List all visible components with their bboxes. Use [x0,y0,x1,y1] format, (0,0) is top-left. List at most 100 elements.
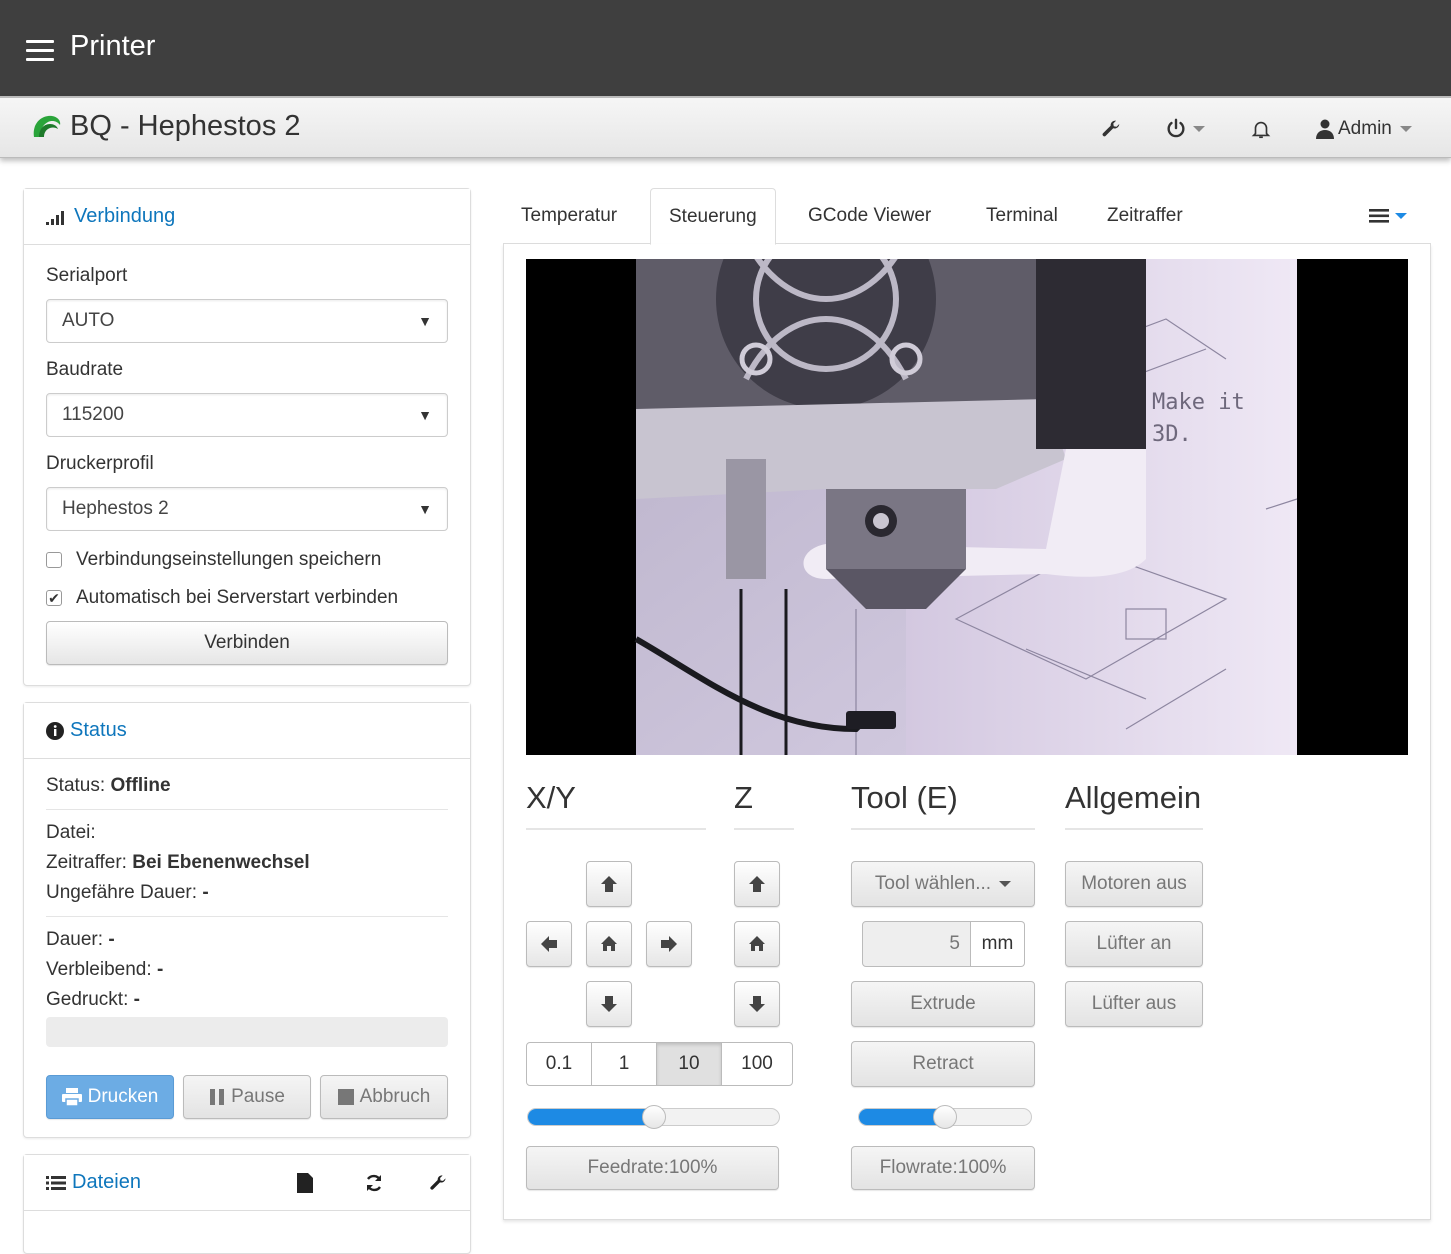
xy-section-title: X/Y [526,780,706,830]
flowrate-slider[interactable] [858,1105,1032,1129]
step-size-100[interactable]: 100 [721,1042,793,1086]
print-button[interactable]: Drucken [46,1075,174,1119]
connection-panel: Verbindung Serialport AUTO ▼ Baudrate 11… [23,188,471,686]
jog-z-minus-button[interactable] [734,981,780,1027]
refresh-files-button[interactable] [344,1157,404,1209]
tab-terminal[interactable]: Terminal [968,188,1076,244]
file-label: Datei: [46,822,96,843]
connect-button[interactable]: Verbinden [46,621,448,665]
extrude-amount-input[interactable]: 5 [862,921,971,967]
stop-icon [337,1089,354,1105]
user-menu-button[interactable]: Admin [1316,112,1412,146]
printer-icon [61,1088,82,1106]
cancel-button-label: Abbruch [359,1086,431,1107]
autoconnect-option[interactable]: ✔ Automatisch bei Serverstart verbinden [46,579,448,617]
extrude-button[interactable]: Extrude [851,981,1035,1027]
home-icon [749,936,765,951]
notifications-button[interactable] [1250,112,1272,146]
timelapse-label: Zeitraffer: [46,852,127,873]
refresh-icon [366,1174,382,1192]
remaining-line: Verbleibend: - [46,955,448,985]
z-section-title: Z [734,780,794,830]
fan-on-button[interactable]: Lüfter an [1065,921,1203,967]
step-size-1[interactable]: 1 [591,1042,657,1086]
home-xy-button[interactable] [586,921,632,967]
feedrate-slider[interactable] [527,1105,780,1129]
step-size-0-1[interactable]: 0.1 [526,1042,592,1086]
file-settings-button[interactable] [408,1157,468,1209]
user-name: Admin [1338,118,1392,139]
save-settings-checkbox[interactable] [46,552,62,568]
baudrate-value: 115200 [62,404,124,425]
save-settings-option[interactable]: Verbindungseinstellungen speichern [46,541,448,579]
connection-title[interactable]: Verbindung [74,205,175,228]
jog-x-minus-button[interactable] [526,921,572,967]
flowrate-button[interactable]: Flowrate:100% [851,1146,1035,1190]
tab-temperature[interactable]: Temperatur [503,188,635,244]
profile-select[interactable]: Hephestos 2 ▼ [46,487,448,531]
autoconnect-checkbox[interactable]: ✔ [46,590,62,606]
files-title[interactable]: Dateien [72,1171,141,1194]
step-size-10[interactable]: 10 [656,1042,722,1086]
general-section-title: Allgemein [1065,780,1203,830]
dropdown-arrow-icon: ▼ [418,407,432,423]
profile-value: Hephestos 2 [62,498,169,519]
upload-file-button[interactable] [275,1157,335,1209]
feedrate-slider-fill [528,1109,654,1125]
printed-line: Gedruckt: - [46,985,448,1015]
webcam-image: Make it 3D. [634,259,1298,755]
approx-duration-line: Ungefähre Dauer: - [46,878,448,908]
serialport-select[interactable]: AUTO ▼ [46,299,448,343]
info-icon [46,721,64,740]
feedrate-button[interactable]: Feedrate:100% [526,1146,779,1190]
autoconnect-label: Automatisch bei Serverstart verbinden [76,587,399,608]
tool-select-dropdown[interactable]: Tool wählen... [851,861,1035,907]
jog-z-plus-button[interactable] [734,861,780,907]
arrow-down-icon [601,996,617,1012]
dropdown-arrow-icon: ▼ [418,313,432,329]
app-topbar: Printer [0,0,1451,96]
jog-x-plus-button[interactable] [646,921,692,967]
wrench-icon [1102,120,1120,137]
tabs-overflow-menu[interactable] [1351,188,1425,244]
signal-icon [46,210,64,225]
connection-panel-header[interactable]: Verbindung [24,189,470,245]
home-icon [601,936,617,951]
menu-icon[interactable] [26,40,54,62]
chevron-down-icon [1193,126,1205,132]
jog-y-plus-button[interactable] [586,861,632,907]
motors-off-button[interactable]: Motoren aus [1065,861,1203,907]
flowrate-slider-handle[interactable] [933,1105,957,1129]
arrow-down-icon [749,996,765,1012]
pause-icon [210,1089,225,1105]
duration-value: - [108,929,115,950]
tab-timelapse[interactable]: Zeitraffer [1089,188,1201,244]
status-panel-header[interactable]: Status [24,703,470,759]
fan-off-button[interactable]: Lüfter aus [1065,981,1203,1027]
tab-control[interactable]: Steuerung [650,188,776,245]
tool-select-label: Tool wählen... [874,873,992,894]
power-icon [1167,118,1185,138]
user-icon [1316,119,1334,139]
brand[interactable]: BQ - Hephestos 2 [30,110,301,143]
duration-label: Dauer: [46,929,104,950]
list-icon [46,1175,66,1190]
system-menu-button[interactable] [1165,112,1205,146]
pause-button[interactable]: Pause [183,1075,311,1119]
jog-y-minus-button[interactable] [586,981,632,1027]
status-title[interactable]: Status [70,719,127,742]
status-panel: Status Status: Offline Datei: Zeitraffer… [23,702,471,1138]
list-icon [1369,209,1389,223]
feedrate-slider-handle[interactable] [642,1105,666,1129]
divider [46,809,448,810]
retract-button[interactable]: Retract [851,1041,1035,1087]
app-title: Printer [70,30,156,62]
baudrate-select[interactable]: 115200 ▼ [46,393,448,437]
settings-button[interactable] [1100,112,1122,146]
pause-button-label: Pause [231,1086,285,1107]
state-line: Status: Offline [46,771,448,801]
cancel-button[interactable]: Abbruch [320,1075,448,1119]
bell-icon [1251,121,1271,139]
home-z-button[interactable] [734,921,780,967]
tab-gcode-viewer[interactable]: GCode Viewer [790,188,949,244]
